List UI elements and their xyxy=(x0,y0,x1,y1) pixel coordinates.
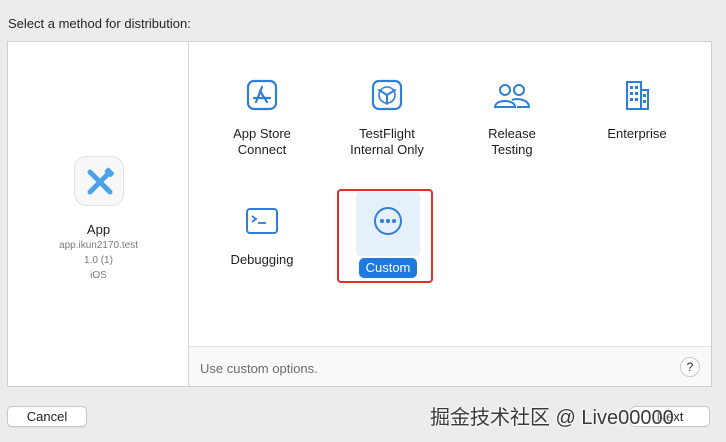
option-debugging[interactable]: Debugging xyxy=(207,206,317,268)
option-label: App Store Connect xyxy=(233,126,291,157)
option-label: TestFlight Internal Only xyxy=(350,126,424,157)
method-options-pane: App Store Connect TestFlight Internal On… xyxy=(189,42,711,386)
description-bar: Use custom options. ? xyxy=(189,346,711,386)
option-label: Release Testing xyxy=(488,126,536,157)
building-icon xyxy=(626,81,649,110)
option-enterprise[interactable]: Enterprise xyxy=(582,78,692,142)
distribution-panel: App app.ikun2170.test 1.0 (1) iOS App St… xyxy=(7,41,712,387)
option-testflight-internal[interactable]: TestFlight Internal Only xyxy=(332,78,442,158)
terminal-icon xyxy=(246,208,278,234)
app-icon xyxy=(74,156,124,206)
dialog-prompt: Select a method for distribution: xyxy=(8,16,191,31)
option-release-testing[interactable]: Release Testing xyxy=(457,78,567,158)
cancel-button[interactable]: Cancel xyxy=(7,406,87,427)
option-app-store-connect[interactable]: App Store Connect xyxy=(207,78,317,158)
testflight-icon xyxy=(371,79,403,111)
option-label: Debugging xyxy=(230,252,294,267)
app-bundle-id: app.ikun2170.test xyxy=(59,240,138,251)
watermark: 掘金技术社区 @ Live00000 xyxy=(430,407,674,429)
app-store-icon xyxy=(246,79,278,111)
xcode-tools-icon xyxy=(87,167,115,195)
annotation-highlight-box xyxy=(337,189,433,283)
app-version: 1.0 (1) xyxy=(84,255,113,266)
people-icon xyxy=(493,84,531,108)
app-summary-pane: App app.ikun2170.test 1.0 (1) iOS xyxy=(8,42,189,386)
help-button[interactable]: ? xyxy=(680,357,700,377)
option-label: Enterprise xyxy=(607,126,667,141)
app-name: App xyxy=(86,222,111,237)
option-description: Use custom options. xyxy=(200,361,318,376)
app-platform: iOS xyxy=(90,270,107,281)
